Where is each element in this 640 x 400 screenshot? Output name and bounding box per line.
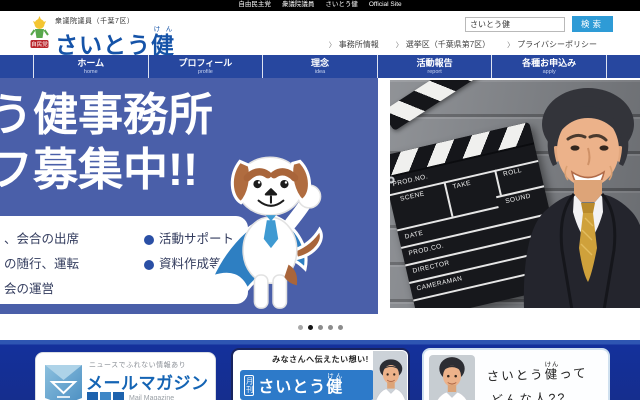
search-input[interactable] xyxy=(465,17,565,32)
topbar-name: さいとう健 xyxy=(325,2,358,9)
bullet-icon xyxy=(144,260,154,270)
logo-affiliation: 衆議院議員（千葉7区） xyxy=(55,16,175,26)
mail-logo-blocks xyxy=(87,392,124,400)
logo-name: さいとう健けん xyxy=(55,26,175,57)
clapperboard-arm xyxy=(390,78,528,131)
link-district[interactable]: 〉 選挙区（千葉県第7区） xyxy=(396,39,490,50)
envelope-icon xyxy=(45,360,82,400)
svg-text:自民党: 自民党 xyxy=(31,40,48,48)
hero-carousel: う健事務所 フ募集中!! 、会合の出席 の随行、運転 会の運営 活動サポート xyxy=(0,78,640,314)
topbar-official: Official Site xyxy=(369,2,402,9)
bullet-icon xyxy=(144,235,154,245)
duty-item: の随行、運転 xyxy=(4,252,144,277)
carousel-dot-5[interactable] xyxy=(338,325,343,330)
hero-photo-clapperboard[interactable]: PROD.NO. SCENE TAKE ROLL SOUND DATE PROD… xyxy=(390,78,640,308)
mail-subtitle: Mail Magazine xyxy=(129,395,174,400)
monthly-name: さいとう健けん xyxy=(258,373,343,397)
header-links: 〉 事務所情報 〉 選挙区（千葉県第7区） 〉 プライバシーポリシー xyxy=(329,39,597,50)
link-privacy-policy[interactable]: 〉 プライバシーポリシー xyxy=(507,39,597,50)
monthly-title-box: 月刊 さいとう健けん xyxy=(240,370,374,400)
duty-item: 会の運営 xyxy=(4,277,144,302)
topbar-title: 衆議院議員 xyxy=(282,2,315,9)
main-nav: ホーム home プロフィール profile 理念 idea 活動報告 rep… xyxy=(0,55,640,78)
mail-title: メールマガジン xyxy=(86,369,209,394)
site-logo[interactable]: 自民党 衆議院議員（千葉7区） さいとう健けん xyxy=(29,16,175,57)
politician-photo xyxy=(522,82,640,308)
mail-magazine-banner[interactable]: ニュースでふれない情報あり メールマガジン Mail Magazine xyxy=(35,352,216,400)
chevron-right-icon: 〉 xyxy=(329,40,336,50)
topbar-party: 自由民主党 xyxy=(238,2,271,9)
nav-item-idea[interactable]: 理念 idea xyxy=(262,55,377,78)
politician-thumbnail xyxy=(373,351,407,400)
about-ken-banner[interactable]: さいとう健けんって どんな人?? xyxy=(422,348,610,400)
monthly-magazine-banner[interactable]: みなさんへ伝えたい想い! 月刊 さいとう健けん xyxy=(231,348,410,400)
site-search: 検索 xyxy=(465,16,613,32)
search-button[interactable]: 検索 xyxy=(572,16,613,32)
nav-item-home[interactable]: ホーム home xyxy=(33,55,148,78)
about-ken-text: さいとう健けんって どんな人?? xyxy=(486,360,588,400)
nav-item-apply[interactable]: 各種お申込み apply xyxy=(491,55,607,78)
politician-thumbnail xyxy=(429,355,475,400)
hero-banner-staff-recruit[interactable]: う健事務所 フ募集中!! 、会合の出席 の随行、運転 会の運営 活動サポート xyxy=(0,78,378,314)
duty-item: 、会合の出席 xyxy=(4,227,144,252)
nav-item-profile[interactable]: プロフィール profile xyxy=(148,55,263,78)
chevron-right-icon: 〉 xyxy=(396,40,403,50)
party-mascot-icon: 自民党 xyxy=(29,16,50,49)
main-nav-inner: ホーム home プロフィール profile 理念 idea 活動報告 rep… xyxy=(33,55,607,78)
top-utility-bar: 自由民主党 衆議院議員 さいとう健 Official Site xyxy=(0,0,640,11)
carousel-dot-4[interactable] xyxy=(328,325,333,330)
mail-subtitle-row: Mail Magazine xyxy=(87,392,174,400)
carousel-dot-3[interactable] xyxy=(318,325,323,330)
chevron-right-icon: 〉 xyxy=(507,40,514,50)
duties-left-column: 、会合の出席 の随行、運転 会の運営 xyxy=(4,227,144,304)
dog-mascot-illustration xyxy=(210,142,334,314)
hero-headline: う健事務所 フ募集中!! xyxy=(0,88,213,198)
link-office-info[interactable]: 〉 事務所情報 xyxy=(329,39,379,50)
carousel-dot-1[interactable] xyxy=(298,325,303,330)
nav-item-report[interactable]: 活動報告 report xyxy=(377,55,492,78)
footer-banner-area: ニュースでふれない情報あり メールマガジン Mail Magazine みなさん… xyxy=(0,340,640,400)
carousel-dot-2-active[interactable] xyxy=(308,325,313,330)
site-header: 自民党 衆議院議員（千葉7区） さいとう健けん 検索 〉 事務所情報 〉 選挙区… xyxy=(0,11,640,55)
page: 自由民主党 衆議院議員 さいとう健 Official Site 自民党 衆議院議… xyxy=(0,0,640,400)
carousel-dots xyxy=(0,314,640,340)
monthly-badge: 月刊 xyxy=(244,375,254,396)
